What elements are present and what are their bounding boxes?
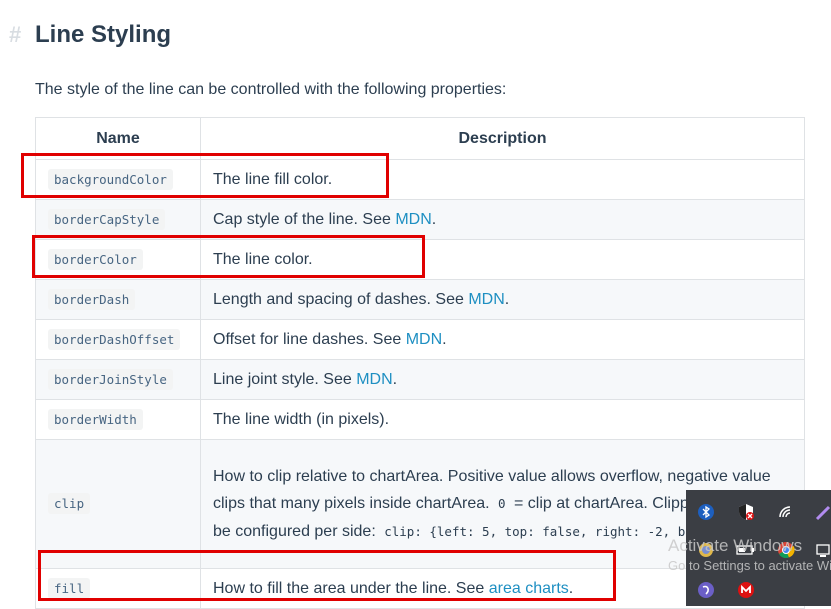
highlight-border-color [32,235,425,278]
property-description: Offset for line dashes. See [213,330,406,348]
heading-anchor[interactable]: # [9,22,21,48]
property-name: borderJoinStyle [48,368,173,390]
property-description: Cap style of the line. See [213,210,396,228]
mdn-link[interactable]: MDN [395,211,431,228]
property-description: The line width (in pixels). [213,410,390,428]
property-name: borderWidth [48,408,143,430]
property-name: borderDashOffset [48,328,181,350]
antivirus-icon[interactable] [734,578,758,602]
table-row: borderDash Length and spacing of dashes.… [35,279,805,320]
inline-code: 0 [498,496,506,512]
security-icon[interactable] [734,500,758,524]
bluetooth-icon[interactable] [694,500,718,524]
punctuation: . [504,290,510,308]
intro-text: The style of the line can be controlled … [35,81,507,98]
mdn-link[interactable]: MDN [468,291,504,308]
highlight-fill [38,550,616,601]
pen-icon[interactable] [812,500,831,524]
property-description: Length and spacing of dashes. See [213,290,469,308]
watermark-title: Activate Windows [668,536,803,555]
table-row: borderWidth The line width (in pixels). [35,399,805,440]
highlight-background-color [21,153,389,198]
page-title: Line Styling [35,21,172,48]
watermark-subtitle: Go to Settings to activate Windows. [668,558,831,573]
property-description: Line joint style. See [213,370,357,388]
punctuation: . [392,370,398,388]
table-row: borderCapStyle Cap style of the line. Se… [35,199,805,240]
punctuation: . [442,330,447,348]
mdn-link[interactable]: MDN [356,371,392,388]
property-name: borderCapStyle [48,208,166,230]
mdn-link[interactable]: MDN [406,331,442,348]
punctuation: . [431,210,437,228]
activate-windows-watermark: Activate Windows Go to Settings to activ… [668,536,831,573]
wifi-icon[interactable] [774,500,798,524]
table-row: borderJoinStyle Line joint style. See MD… [35,359,805,400]
table-row: borderDashOffset Offset for line dashes.… [35,319,805,360]
torrent-icon[interactable] [694,578,718,602]
property-name: clip [48,493,91,514]
property-name: borderDash [48,288,136,310]
